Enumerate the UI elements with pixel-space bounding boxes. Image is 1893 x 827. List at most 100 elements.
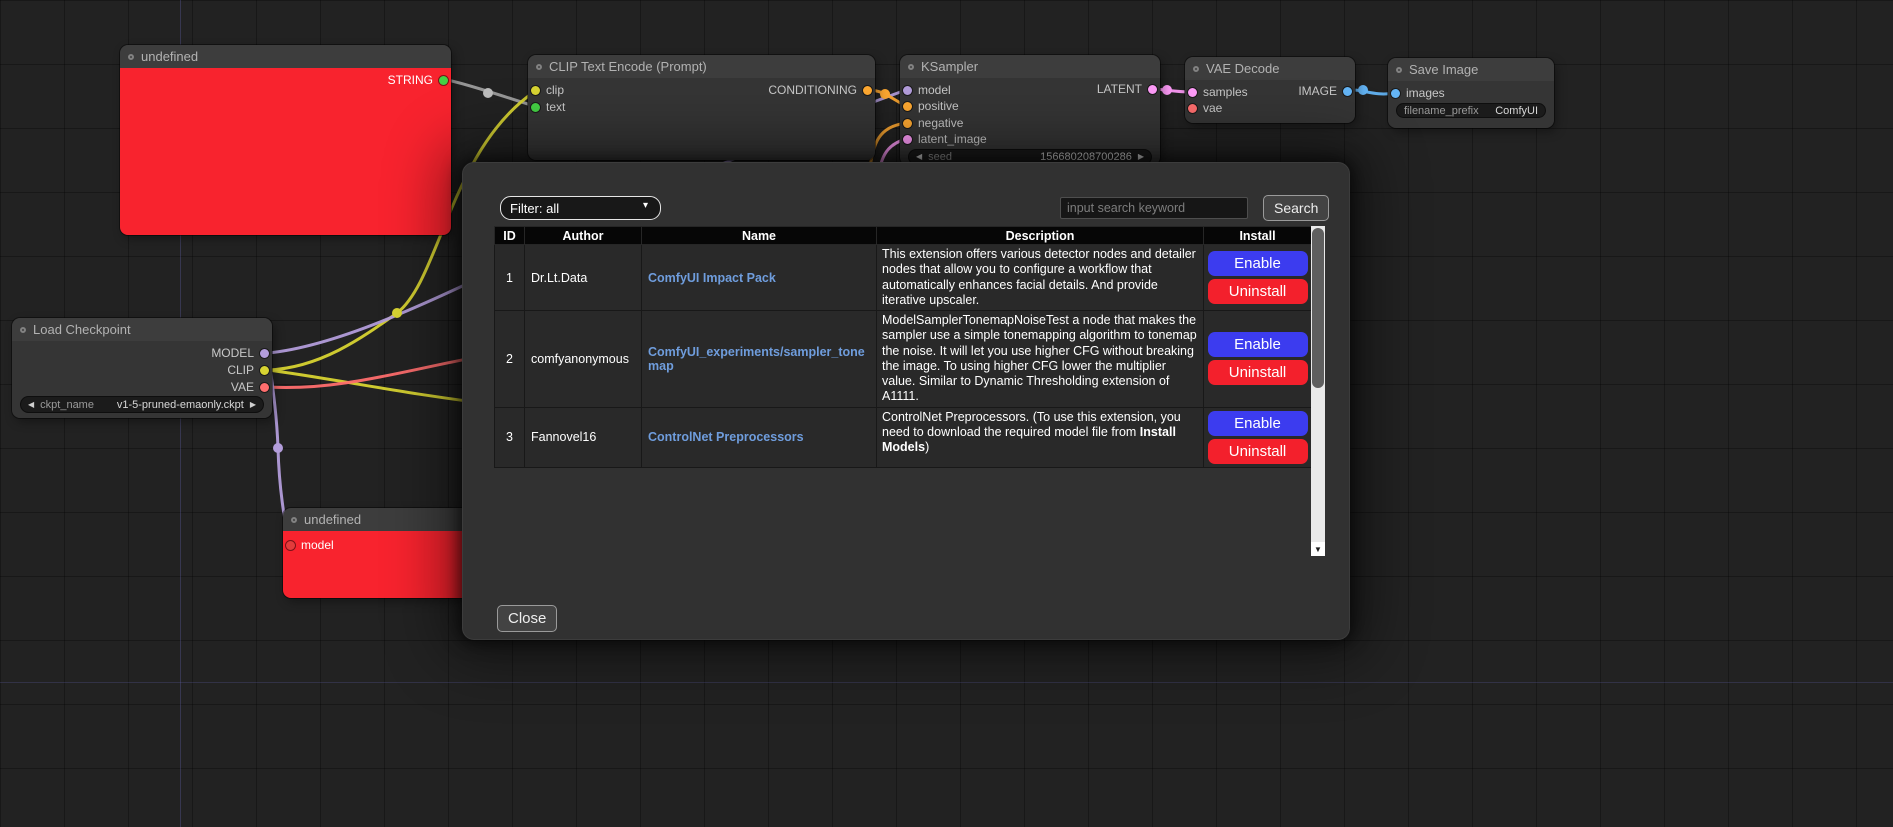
- port-label: positive: [918, 99, 959, 113]
- uninstall-button[interactable]: Uninstall: [1208, 439, 1308, 464]
- model-port-dot[interactable]: [903, 86, 912, 95]
- ext-author: Fannovel16: [525, 407, 642, 467]
- port-label: model: [918, 83, 951, 97]
- latent-port-dot[interactable]: [903, 135, 912, 144]
- output-model: MODEL: [211, 346, 269, 360]
- ext-install-cell: Enable Uninstall: [1204, 245, 1312, 311]
- widget-value: ComfyUI: [1495, 105, 1538, 117]
- widget-label: ckpt_name: [40, 399, 94, 411]
- string-port-dot[interactable]: [531, 103, 540, 112]
- port-label: samples: [1203, 85, 1248, 99]
- widget-label: filename_prefix: [1404, 105, 1479, 117]
- wire-reroute-dot: [880, 89, 890, 99]
- conditioning-port-dot[interactable]: [903, 102, 912, 111]
- search-input[interactable]: [1060, 197, 1248, 219]
- table-row: 2 comfyanonymous ComfyUI_experiments/sam…: [495, 311, 1312, 408]
- node-title-bar[interactable]: VAE Decode: [1185, 57, 1355, 80]
- image-port-dot[interactable]: [1343, 87, 1352, 96]
- filename-prefix-widget[interactable]: filename_prefix ComfyUI: [1396, 103, 1546, 118]
- ext-id: 3: [495, 407, 525, 467]
- wire-reroute-dot: [1358, 85, 1368, 95]
- extension-table: ID Author Name Description Install 1 Dr.…: [494, 226, 1312, 468]
- collapse-dot-icon[interactable]: [908, 64, 914, 70]
- port-label: CLIP: [227, 363, 254, 377]
- close-button[interactable]: Close: [497, 605, 557, 632]
- vae-port-dot[interactable]: [260, 383, 269, 392]
- node-title-bar[interactable]: CLIP Text Encode (Prompt): [528, 55, 875, 78]
- latent-port-dot[interactable]: [1148, 85, 1157, 94]
- node-ksampler[interactable]: KSampler model positive negative latent_…: [900, 55, 1160, 165]
- collapse-dot-icon[interactable]: [1396, 67, 1402, 73]
- collapse-dot-icon[interactable]: [536, 64, 542, 70]
- conditioning-port-dot[interactable]: [903, 119, 912, 128]
- collapse-dot-icon[interactable]: [291, 517, 297, 523]
- wire-reroute-dot: [273, 443, 283, 453]
- input-latent-image: latent_image: [903, 132, 987, 146]
- table-scrollbar[interactable]: ▼: [1311, 226, 1325, 556]
- node-body: samples vae IMAGE: [1185, 80, 1355, 123]
- node-body: MODEL CLIP VAE ◀ ckpt_name v1-5-pruned-e…: [12, 341, 272, 418]
- node-title-bar[interactable]: Load Checkpoint: [12, 318, 272, 341]
- desc-text: ModelSamplerTonemapNoiseTest a node that…: [882, 313, 1197, 403]
- node-body: STRING: [120, 68, 451, 235]
- model-port-dot[interactable]: [260, 349, 269, 358]
- enable-button[interactable]: Enable: [1208, 411, 1308, 436]
- scrollbar-thumb[interactable]: [1312, 228, 1324, 388]
- output-conditioning: CONDITIONING: [768, 83, 872, 97]
- node-title-bar[interactable]: undefined: [120, 45, 451, 68]
- clip-port-dot[interactable]: [531, 86, 540, 95]
- ext-name-link[interactable]: ControlNet Preprocessors: [648, 430, 804, 444]
- filter-select[interactable]: Filter: all: [500, 196, 661, 220]
- port-label: STRING: [388, 73, 433, 87]
- port-label: VAE: [231, 380, 254, 394]
- uninstall-button[interactable]: Uninstall: [1208, 360, 1308, 385]
- node-title: KSampler: [921, 59, 978, 74]
- latent-port-dot[interactable]: [1188, 88, 1197, 97]
- output-image: IMAGE: [1298, 84, 1352, 98]
- model-port-dot[interactable]: [286, 541, 295, 550]
- collapse-dot-icon[interactable]: [1193, 66, 1199, 72]
- col-header-install: Install: [1204, 227, 1312, 245]
- port-label: clip: [546, 83, 564, 97]
- node-undefined-top[interactable]: undefined STRING: [120, 45, 451, 235]
- ext-name-link[interactable]: ComfyUI Impact Pack: [648, 271, 776, 285]
- scroll-down-button[interactable]: ▼: [1311, 542, 1325, 556]
- ckpt-name-widget[interactable]: ◀ ckpt_name v1-5-pruned-emaonly.ckpt ▶: [20, 396, 264, 413]
- node-title-bar[interactable]: Save Image: [1388, 58, 1554, 81]
- string-port-dot[interactable]: [439, 76, 448, 85]
- conditioning-port-dot[interactable]: [863, 86, 872, 95]
- output-vae: VAE: [231, 380, 269, 394]
- output-clip: CLIP: [227, 363, 269, 377]
- node-load-checkpoint[interactable]: Load Checkpoint MODEL CLIP VAE ◀ ckpt_na…: [12, 318, 272, 418]
- port-label: text: [546, 100, 565, 114]
- collapse-dot-icon[interactable]: [20, 327, 26, 333]
- decrement-arrow-icon[interactable]: ◀: [916, 153, 922, 161]
- enable-button[interactable]: Enable: [1208, 251, 1308, 276]
- ext-author: Dr.Lt.Data: [525, 245, 642, 311]
- ext-id: 2: [495, 311, 525, 408]
- search-button[interactable]: Search: [1263, 195, 1329, 221]
- next-arrow-icon[interactable]: ▶: [250, 401, 256, 409]
- image-port-dot[interactable]: [1391, 89, 1400, 98]
- node-title: Load Checkpoint: [33, 322, 131, 337]
- table-row: 3 Fannovel16 ControlNet Preprocessors Co…: [495, 407, 1312, 467]
- node-clip-text-encode[interactable]: CLIP Text Encode (Prompt) clip text COND…: [528, 55, 875, 160]
- enable-button[interactable]: Enable: [1208, 332, 1308, 357]
- collapse-dot-icon[interactable]: [128, 54, 134, 60]
- node-vae-decode[interactable]: VAE Decode samples vae IMAGE: [1185, 57, 1355, 123]
- node-title: Save Image: [1409, 62, 1478, 77]
- input-text: text: [531, 100, 565, 114]
- node-body: model positive negative latent_image LAT…: [900, 78, 1160, 165]
- node-body: clip text CONDITIONING: [528, 78, 875, 160]
- node-save-image[interactable]: Save Image images filename_prefix ComfyU…: [1388, 58, 1554, 128]
- input-vae: vae: [1188, 101, 1222, 115]
- ext-name-link[interactable]: ComfyUI_experiments/sampler_tonemap: [648, 345, 865, 373]
- previous-arrow-icon[interactable]: ◀: [28, 401, 34, 409]
- node-title-bar[interactable]: KSampler: [900, 55, 1160, 78]
- clip-port-dot[interactable]: [260, 366, 269, 375]
- uninstall-button[interactable]: Uninstall: [1208, 279, 1308, 304]
- col-header-name: Name: [642, 227, 877, 245]
- increment-arrow-icon[interactable]: ▶: [1138, 153, 1144, 161]
- input-positive: positive: [903, 99, 959, 113]
- vae-port-dot[interactable]: [1188, 104, 1197, 113]
